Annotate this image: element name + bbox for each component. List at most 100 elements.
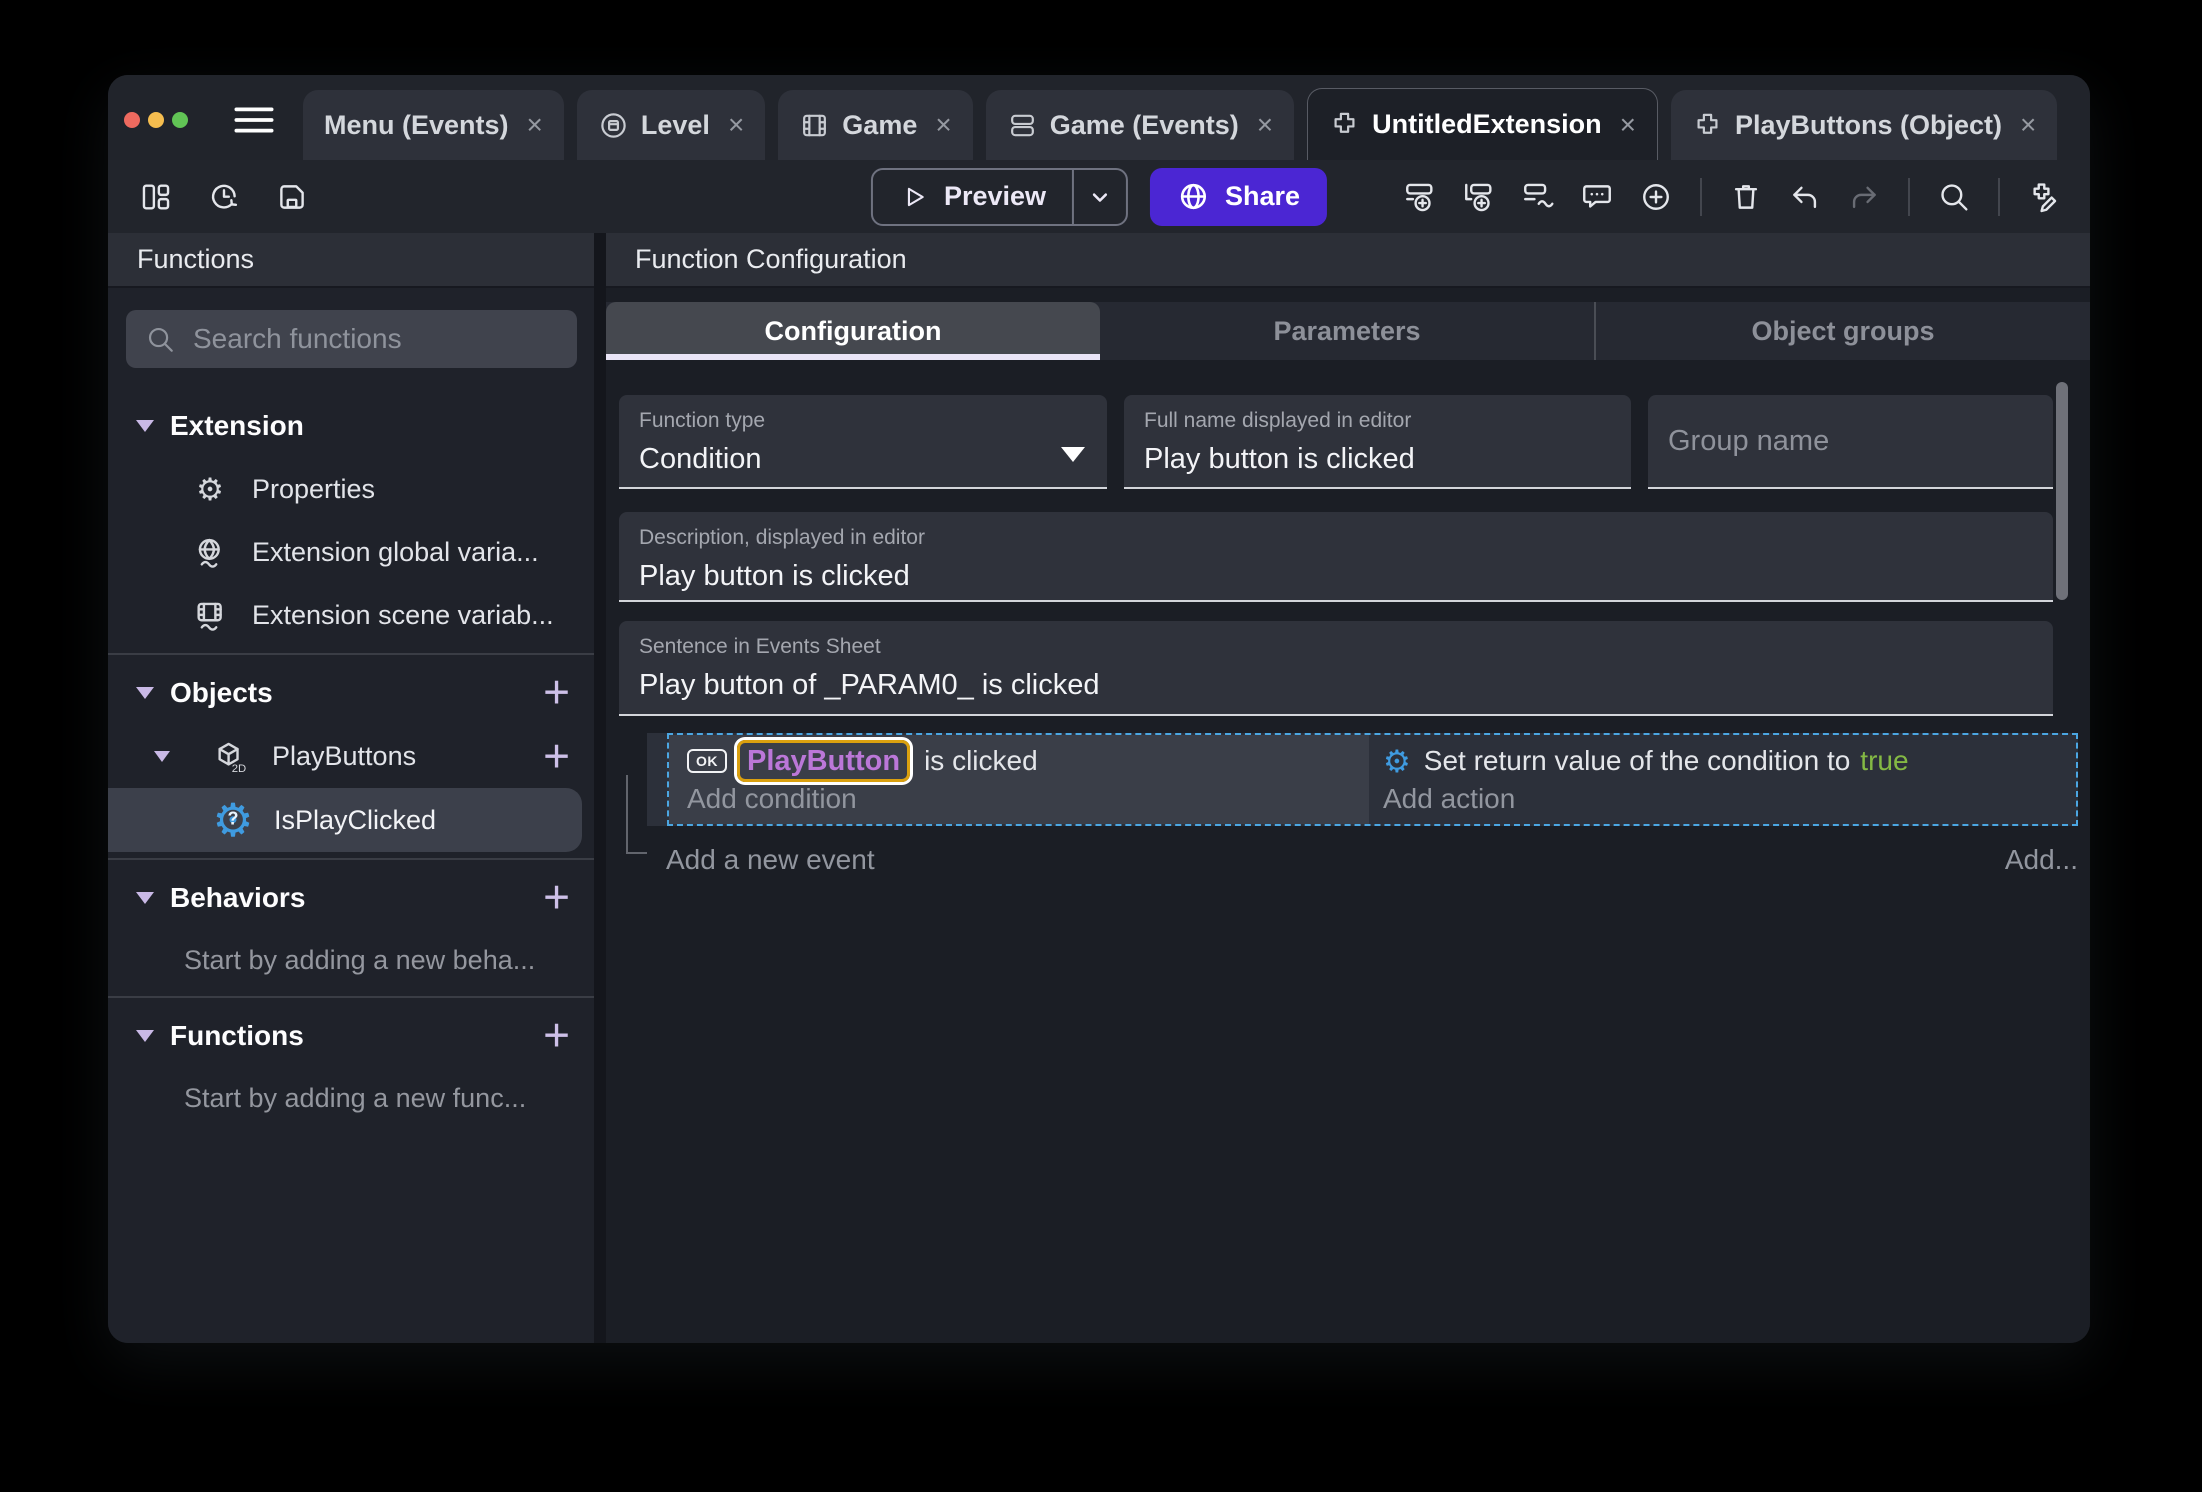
sidebar-item-extension-global-variables[interactable]: Extension global varia... <box>108 521 594 584</box>
close-tab-icon[interactable]: × <box>2020 109 2036 141</box>
comment-icon <box>1583 184 1611 208</box>
add-object-function-button[interactable]: + <box>543 732 570 778</box>
close-tab-icon[interactable]: × <box>1257 109 1273 141</box>
preview-button[interactable]: Preview <box>870 167 1129 226</box>
tab-game-events[interactable]: Game (Events) × <box>985 90 1295 160</box>
redo-icon <box>1852 186 1876 208</box>
preview-options-button[interactable] <box>1072 169 1126 224</box>
action-value: true <box>1860 745 1909 776</box>
search-button[interactable] <box>1934 177 1974 217</box>
add-more-button[interactable]: Add... <box>2005 844 2078 876</box>
group-name-field[interactable] <box>1648 395 2053 489</box>
scrollbar[interactable] <box>2056 382 2068 600</box>
configuration-tabs: Configuration Parameters Object groups <box>606 302 2090 360</box>
add-behavior-button[interactable]: + <box>543 874 570 920</box>
section-extension[interactable]: Extension <box>108 394 594 458</box>
functions-sidebar: Functions Extension ⚙ Properties <box>108 233 594 1343</box>
conditions-column[interactable]: OK PlayButton is clicked Add condition <box>669 735 1369 824</box>
close-tab-icon[interactable]: × <box>935 109 951 141</box>
svg-text:2D: 2D <box>232 763 246 774</box>
object-chip[interactable]: PlayButton <box>737 740 911 782</box>
button-object-icon: OK <box>687 749 727 773</box>
add-object-button[interactable]: + <box>543 669 570 715</box>
configuration-form: Function type Condition Full name displa… <box>606 360 2090 716</box>
function-type-select[interactable]: Function type Condition <box>619 395 1107 489</box>
section-behaviors[interactable]: Behaviors + <box>108 866 594 930</box>
tab-level[interactable]: Level × <box>576 90 766 160</box>
tab-label: Level <box>640 109 710 140</box>
scene-icon <box>601 112 626 138</box>
tab-label: Menu (Events) <box>324 109 509 140</box>
trash-icon <box>1734 184 1758 209</box>
add-event-icon <box>1406 183 1433 211</box>
delete-button[interactable] <box>1726 177 1766 217</box>
search-functions-input[interactable] <box>193 323 558 355</box>
add-function-button[interactable]: + <box>543 1012 570 1058</box>
tab-menu-events[interactable]: Menu (Events) × <box>303 90 564 160</box>
undo-button[interactable] <box>1785 177 1825 217</box>
tab-playbuttons-object[interactable]: PlayButtons (Object) × <box>1671 90 2058 160</box>
tab-label: PlayButtons (Object) <box>1735 109 2003 140</box>
panel-title: Function Configuration <box>606 233 2090 288</box>
event-block[interactable]: OK PlayButton is clicked Add condition ⚙… <box>647 733 2078 826</box>
full-name-field[interactable]: Full name displayed in editor Play butto… <box>1124 395 1631 489</box>
add-other-event-button[interactable] <box>1518 177 1558 217</box>
tab-configuration[interactable]: Configuration <box>606 302 1100 360</box>
tab-untitled-extension[interactable]: UntitledExtension × <box>1307 88 1659 160</box>
tab-parameters[interactable]: Parameters <box>1100 302 1594 360</box>
group-name-input[interactable] <box>1668 424 2033 458</box>
window-controls <box>124 112 188 128</box>
divider <box>108 996 594 998</box>
section-label: Behaviors <box>170 882 306 913</box>
events-sheet-icon <box>1010 114 1034 136</box>
item-label: Extension global varia... <box>252 537 539 567</box>
minimize-window-button[interactable] <box>148 112 164 128</box>
add-event-button[interactable] <box>1400 177 1440 217</box>
sidebar-item-playbuttons[interactable]: 2D PlayButtons + <box>108 725 594 788</box>
event-selection-outline: OK PlayButton is clicked Add condition ⚙… <box>667 733 2078 826</box>
behaviors-empty-hint: Start by adding a new beha... <box>184 944 536 975</box>
actions-column[interactable]: ⚙ Set return value of the condition to t… <box>1369 735 2076 824</box>
function-gear-icon: ⚙ ? <box>212 794 254 846</box>
sidebar-item-properties[interactable]: ⚙ Properties <box>108 458 594 521</box>
item-label: IsPlayClicked <box>274 804 437 835</box>
add-subevent-button[interactable] <box>1459 177 1499 217</box>
version-history-button[interactable] <box>204 177 244 217</box>
share-button[interactable]: Share <box>1150 167 1328 226</box>
field-label: Function type <box>639 409 766 432</box>
add-condition-button[interactable]: Add condition <box>687 782 1369 816</box>
sidebar-item-extension-scene-variables[interactable]: Extension scene variab... <box>108 584 594 647</box>
close-tab-icon[interactable]: × <box>527 109 543 141</box>
full-name-value: Play button is clicked <box>1144 443 1415 475</box>
sidebar-item-isplayclicked[interactable]: ⚙ ? IsPlayClicked <box>108 788 582 852</box>
action-row[interactable]: ⚙ Set return value of the condition to t… <box>1383 741 2076 781</box>
pane-divider <box>594 233 606 1343</box>
description-field[interactable]: Description, displayed in editor Play bu… <box>619 512 2053 602</box>
sentence-field[interactable]: Sentence in Events Sheet Play button of … <box>619 621 2053 716</box>
section-objects[interactable]: Objects + <box>108 661 594 725</box>
description-value: Play button is clicked <box>639 560 910 592</box>
tab-game[interactable]: Game × <box>778 90 973 160</box>
section-functions[interactable]: Functions + <box>108 1004 594 1068</box>
close-tab-icon[interactable]: × <box>728 109 744 141</box>
close-window-button[interactable] <box>124 112 140 128</box>
close-tab-icon[interactable]: × <box>1620 109 1636 141</box>
tab-object-groups[interactable]: Object groups <box>1594 302 2090 360</box>
tab-label: UntitledExtension <box>1372 109 1602 139</box>
main-menu-button[interactable] <box>232 105 276 140</box>
condition-row[interactable]: OK PlayButton is clicked <box>687 740 1369 782</box>
add-button[interactable] <box>1636 177 1676 217</box>
functions-empty-hint: Start by adding a new func... <box>184 1082 527 1113</box>
toggle-panels-button[interactable] <box>136 177 176 217</box>
field-label: Sentence in Events Sheet <box>639 635 881 658</box>
panels-icon <box>142 183 170 210</box>
redo-button[interactable] <box>1844 177 1884 217</box>
add-new-event-button[interactable]: Add a new event <box>666 844 875 876</box>
search-functions-box[interactable] <box>126 310 577 368</box>
add-action-button[interactable]: Add action <box>1383 782 2076 816</box>
app-window: Menu (Events) × Level × Game × Game (Eve… <box>108 75 2090 1343</box>
add-comment-button[interactable] <box>1577 177 1617 217</box>
save-button[interactable] <box>272 177 312 217</box>
edit-extension-button[interactable] <box>2024 177 2064 217</box>
maximize-window-button[interactable] <box>172 112 188 128</box>
